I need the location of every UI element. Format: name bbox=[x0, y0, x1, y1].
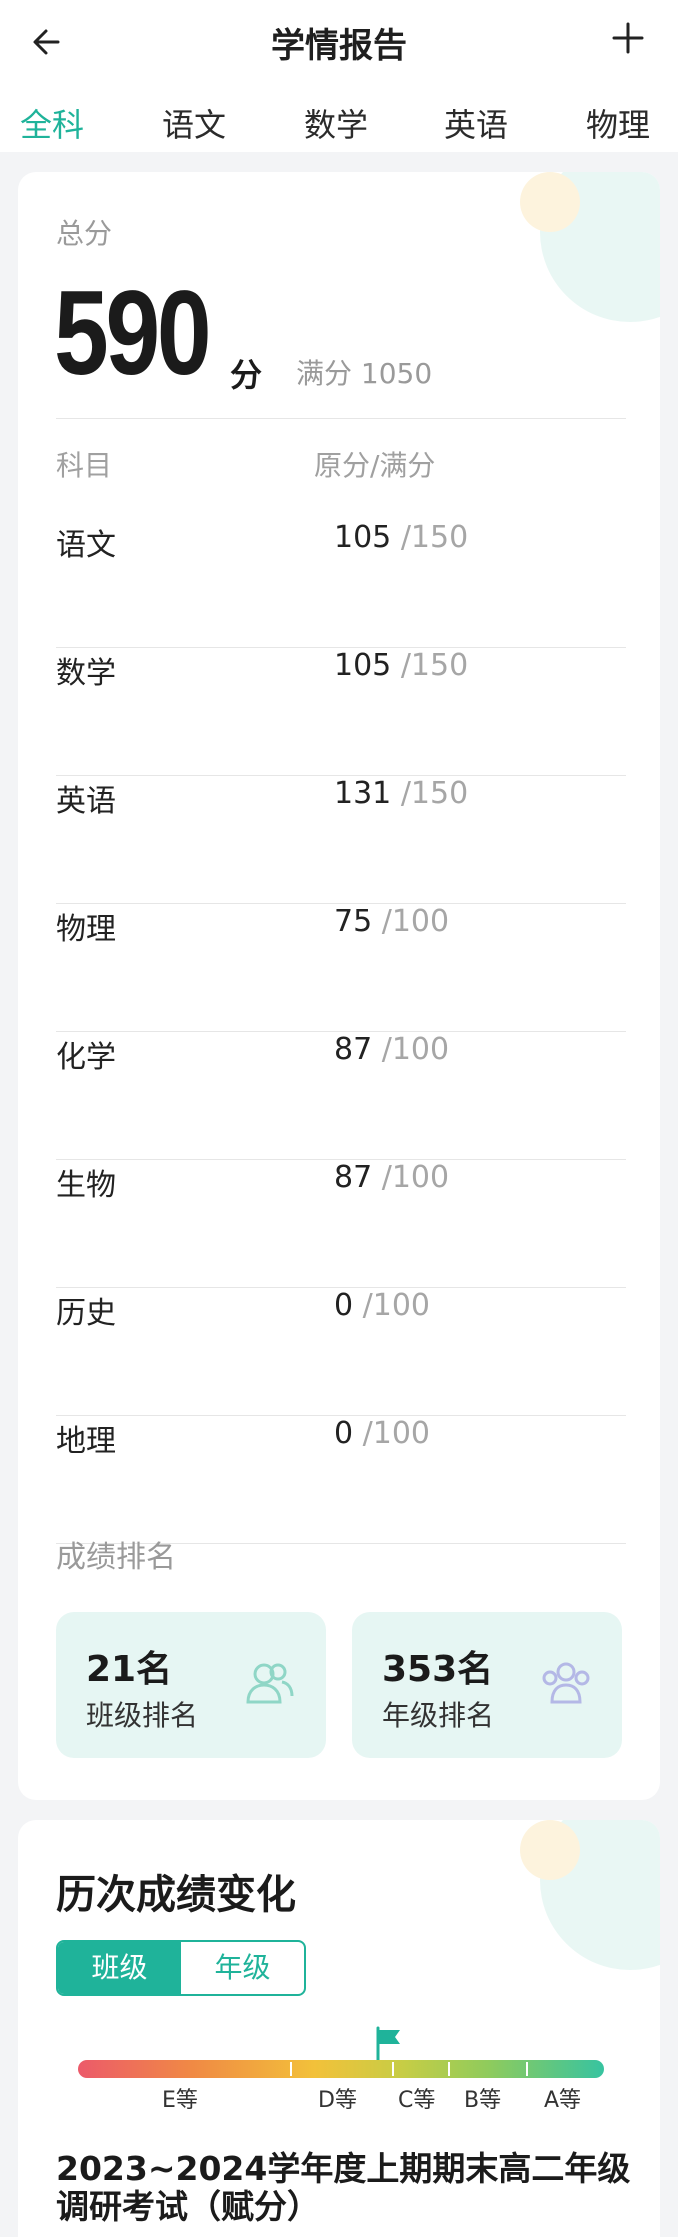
grade-divider bbox=[290, 2062, 292, 2076]
divider bbox=[56, 418, 626, 419]
subject-name: 生物 bbox=[56, 1168, 116, 1203]
table-row: 历史 0 /100 bbox=[56, 1288, 626, 1416]
grade-d-label: D等 bbox=[318, 2088, 357, 2113]
class-grade-toggle: 班级 年级 bbox=[56, 1940, 306, 1996]
column-header-subject: 科目 bbox=[56, 449, 113, 482]
plus-icon[interactable] bbox=[608, 18, 648, 58]
column-header-score: 原分/满分 bbox=[314, 449, 436, 482]
toggle-grade[interactable]: 年级 bbox=[181, 1942, 304, 1994]
subject-score: 87 /100 bbox=[334, 1160, 450, 1195]
grade-divider bbox=[526, 2062, 528, 2076]
tab-english[interactable]: 英语 bbox=[444, 100, 508, 146]
total-score-label: 总分 bbox=[56, 217, 113, 250]
users-icon bbox=[246, 1663, 294, 1704]
subject-name: 语文 bbox=[56, 528, 116, 563]
full-score: 满分 1050 bbox=[296, 357, 433, 390]
table-row: 地理 0 /100 bbox=[56, 1416, 626, 1544]
decoration-dot bbox=[520, 172, 580, 232]
grade-e-label: E等 bbox=[162, 2088, 198, 2113]
grade-a-label: A等 bbox=[544, 2088, 582, 2113]
toggle-class[interactable]: 班级 bbox=[58, 1942, 181, 1994]
subject-name: 英语 bbox=[56, 784, 116, 819]
grade-b-label: B等 bbox=[464, 2088, 502, 2113]
tab-physics[interactable]: 物理 bbox=[586, 100, 650, 146]
grade-divider bbox=[392, 2062, 394, 2076]
exam-title: 2023~2024学年度上期期末高二年级调研考试（赋分） bbox=[56, 2149, 631, 2226]
grade-rank-card[interactable]: 353名 年级排名 bbox=[352, 1612, 622, 1758]
subject-tabs: 全科 语文 数学 英语 物理 bbox=[0, 82, 678, 152]
subject-name: 数学 bbox=[56, 656, 116, 691]
score-unit: 分 bbox=[230, 356, 263, 394]
subject-name: 物理 bbox=[56, 912, 116, 947]
history-card: 历次成绩变化 班级 年级 E等 D等 C等 B等 A等 2023~2024学年度… bbox=[18, 1820, 660, 2237]
subject-score: 75 /100 bbox=[334, 904, 450, 939]
page-title: 学情报告 bbox=[271, 26, 407, 66]
history-title: 历次成绩变化 bbox=[56, 1872, 296, 1918]
table-row: 化学 87 /100 bbox=[56, 1032, 626, 1160]
tab-math[interactable]: 数学 bbox=[304, 100, 368, 146]
table-row: 英语 131 /150 bbox=[56, 776, 626, 904]
tab-all[interactable]: 全科 bbox=[20, 100, 84, 146]
subject-score: 0 /100 bbox=[334, 1416, 431, 1451]
subject-score: 87 /100 bbox=[334, 1032, 450, 1067]
score-card: 总分 590 分 满分 1050 科目 原分/满分 语文 105 /150 数学… bbox=[18, 172, 660, 1800]
table-row: 数学 105 /150 bbox=[56, 648, 626, 776]
tab-chinese[interactable]: 语文 bbox=[162, 100, 226, 146]
flag-icon bbox=[376, 2026, 400, 2062]
subject-score: 105 /150 bbox=[334, 520, 469, 555]
subject-name: 化学 bbox=[56, 1040, 116, 1075]
subject-score: 131 /150 bbox=[334, 776, 469, 811]
subject-score: 105 /150 bbox=[334, 648, 469, 683]
decoration-dot bbox=[520, 1820, 580, 1880]
table-row: 物理 75 /100 bbox=[56, 904, 626, 1032]
top-bar: 学情报告 bbox=[0, 0, 678, 82]
total-score: 590 bbox=[54, 266, 212, 400]
ranking-label: 成绩排名 bbox=[56, 1540, 176, 1575]
class-rank-card[interactable]: 21名 班级排名 bbox=[56, 1612, 326, 1758]
subject-name: 地理 bbox=[56, 1424, 116, 1459]
class-rank-value: 21名 bbox=[86, 1649, 173, 1690]
table-row: 语文 105 /150 bbox=[56, 520, 626, 648]
subject-name: 历史 bbox=[56, 1296, 116, 1331]
class-rank-label: 班级排名 bbox=[86, 1699, 199, 1732]
grade-c-label: C等 bbox=[398, 2088, 436, 2113]
table-row: 生物 87 /100 bbox=[56, 1160, 626, 1288]
grade-rank-value: 353名 bbox=[382, 1649, 494, 1690]
group-icon bbox=[542, 1662, 590, 1704]
grade-rank-label: 年级排名 bbox=[382, 1699, 495, 1732]
grade-divider bbox=[448, 2062, 450, 2076]
subject-score: 0 /100 bbox=[334, 1288, 431, 1323]
